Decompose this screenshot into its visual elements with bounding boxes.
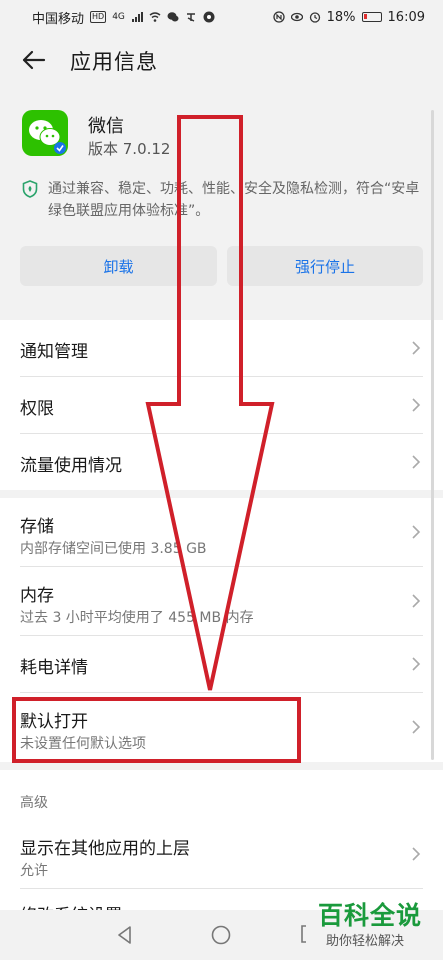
app-version: 版本 7.0.12	[88, 140, 171, 158]
chevron-right-icon	[412, 594, 421, 608]
advanced-group-title: 高级	[20, 795, 48, 811]
advanced-section: 高级 显示在其他应用的上层 允许 修改系统设置	[0, 770, 443, 926]
chevron-right-icon	[412, 398, 421, 412]
permissions-row[interactable]: 权限	[0, 377, 443, 433]
scrollbar[interactable]	[431, 110, 434, 760]
row-label: 默认打开	[20, 712, 88, 732]
app-info-screen: 中国移动 HD 4G 18% 16:09 应用信息 微信 版本 7.0.12 通…	[0, 0, 443, 960]
nav-back-icon[interactable]	[114, 924, 136, 946]
battery-percent: 18%	[326, 9, 356, 25]
row-subtitle: 允许	[20, 863, 48, 879]
row-label: 流量使用情况	[20, 456, 122, 476]
notification-management-row[interactable]: 通知管理	[0, 320, 443, 376]
app-bar: 应用信息	[0, 34, 443, 86]
chevron-right-icon	[412, 525, 421, 539]
alarm-icon	[309, 12, 320, 23]
app-summary: 微信 版本 7.0.12 通过兼容、稳定、功耗、性能、安全及隐私检测，符合“安卓…	[0, 96, 443, 296]
nav-home-icon[interactable]	[210, 924, 232, 946]
storage-row[interactable]: 存储 内部存储空间已使用 3.85 GB	[0, 498, 443, 566]
row-subtitle: 内部存储空间已使用 3.85 GB	[20, 541, 207, 557]
nav-recent-apps-icon[interactable]	[300, 924, 318, 944]
row-subtitle: 未设置任何默认选项	[20, 736, 146, 752]
app-name: 微信	[88, 116, 124, 137]
app-notification-icon	[186, 13, 195, 22]
watermark-title: 百科全说	[318, 901, 423, 930]
chevron-right-icon	[412, 341, 421, 355]
row-label: 存储	[20, 517, 54, 537]
chevron-right-icon	[412, 657, 421, 671]
force-stop-button[interactable]: 强行停止	[227, 246, 423, 286]
permissions-section: 通知管理 权限 流量使用情况	[0, 320, 443, 490]
hd-badge: HD	[90, 11, 107, 23]
data-usage-row[interactable]: 流量使用情况	[0, 434, 443, 490]
signal-icon	[131, 12, 143, 22]
green-alliance-shield-icon	[22, 180, 38, 198]
display-over-apps-row[interactable]: 显示在其他应用的上层 允许	[0, 822, 443, 888]
eye-comfort-icon	[290, 12, 303, 22]
wifi-icon	[149, 12, 161, 22]
watermark-subtitle: 助你轻松解决	[324, 930, 407, 949]
row-label: 权限	[20, 399, 54, 419]
chevron-right-icon	[412, 455, 421, 469]
nfc-icon	[272, 11, 285, 23]
wechat-notification-icon	[167, 12, 179, 22]
network-type: 4G	[112, 12, 125, 22]
wechat-logo-icon	[29, 120, 66, 154]
browser-notification-icon	[203, 11, 215, 23]
battery-icon	[361, 12, 382, 22]
carrier-text: 中国移动	[32, 11, 85, 27]
row-label: 通知管理	[20, 342, 88, 362]
uninstall-button[interactable]: 卸载	[20, 246, 217, 286]
status-bar: 中国移动 HD 4G 18% 16:09	[0, 0, 443, 34]
chevron-right-icon	[412, 720, 421, 734]
wechat-app-icon	[22, 110, 68, 156]
row-label: 显示在其他应用的上层	[20, 839, 190, 859]
battery-details-row[interactable]: 耗电详情	[0, 636, 443, 692]
clock: 16:09	[387, 9, 425, 25]
chevron-right-icon	[412, 847, 421, 861]
certification-text: 通过兼容、稳定、功耗、性能、安全及隐私检测，符合“安卓绿色联盟应用体验标准”。	[48, 181, 420, 219]
row-label: 耗电详情	[20, 658, 88, 678]
back-arrow-icon[interactable]	[20, 46, 48, 74]
resource-section: 存储 内部存储空间已使用 3.85 GB 内存 过去 3 小时平均使用了 455…	[0, 498, 443, 762]
page-title: 应用信息	[70, 50, 158, 74]
row-subtitle: 过去 3 小时平均使用了 455 MB 内存	[20, 610, 254, 626]
open-by-default-row[interactable]: 默认打开 未设置任何默认选项	[0, 693, 443, 761]
memory-row[interactable]: 内存 过去 3 小时平均使用了 455 MB 内存	[0, 567, 443, 635]
row-label: 内存	[20, 586, 54, 606]
